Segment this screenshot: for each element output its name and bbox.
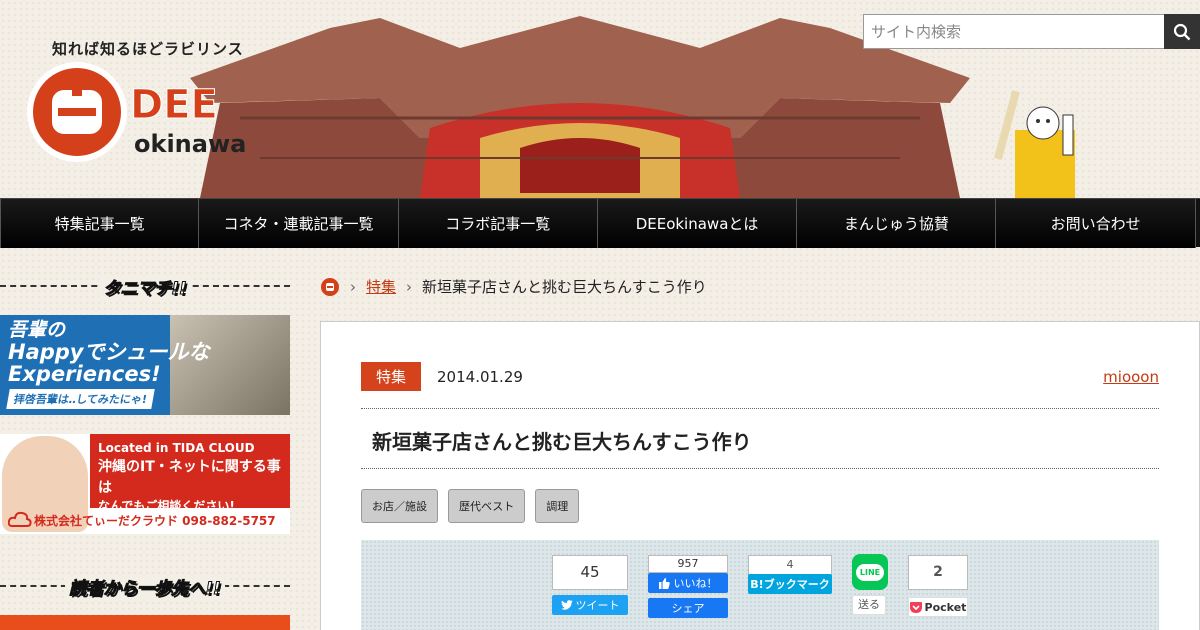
banner-line: Located in TIDA CLOUD [98,441,255,455]
divider [361,468,1159,469]
nav-item-contact[interactable]: お問い合わせ [996,199,1196,248]
search-input[interactable] [863,14,1164,49]
cloud-icon [8,511,32,527]
twitter-bird-icon [560,600,573,610]
facebook-like-button[interactable]: いいね！ [648,573,728,593]
pocket-label: Pocket [924,600,967,614]
breadcrumb: › 特集 › 新垣菓子店さんと挑む巨大ちんすこう作り [320,276,707,297]
mascot-illustration [994,90,1075,198]
category-badge[interactable]: 特集 [361,362,422,391]
tag-list: お店／施設 歴代ベスト 調理 [361,489,580,523]
nav-item-sponsor[interactable]: まんじゅう協賛 [797,199,997,248]
share-bar: 45 ツイート 957 いいね！ シェア 4 B!ブックマーク LINE 送る … [361,540,1159,630]
site-tagline: 知れば知るほどラビリンス [52,40,244,58]
sidebar-heading-readers: 読者から一歩先へ!! [0,568,290,604]
nav-item-features[interactable]: 特集記事一覧 [0,199,200,248]
sidebar-heading-tanimachi: タニマチ!! [0,268,290,304]
pocket-button[interactable]: Pocket [908,597,968,617]
nav-item-about[interactable]: DEEokinawaとは [597,199,798,248]
banner-line: Happyでシュールな [8,339,210,364]
chevron-right-icon: › [350,277,356,296]
breadcrumb-current: 新垣菓子店さんと挑む巨大ちんすこう作り [422,278,707,296]
site-header: 知れば知るほどラビリンス DEE okinawa [0,0,1200,198]
chevron-right-icon: › [406,277,413,296]
tida-cloud-banner[interactable]: Located in TIDA CLOUD 沖縄のIT・ネットに関する事は なん… [0,434,290,534]
tag-cooking[interactable]: 調理 [535,489,580,523]
facebook-like-label: いいね！ [673,577,718,590]
sidebar-heading-text: 読者から一歩先へ!! [65,573,225,599]
facebook-share-button[interactable]: シェア [648,598,728,618]
article-meta: 特集 2014.01.29 miooon [361,362,1159,391]
author-link[interactable]: miooon [1103,368,1159,386]
divider [361,408,1159,409]
hatena-bookmark-button[interactable]: B!ブックマーク [748,574,832,594]
banner-text: 吾輩の Happyでシュールな Experiences! [8,319,210,386]
home-icon[interactable] [320,277,340,297]
tweet-button[interactable]: ツイート [552,595,628,615]
shuri-castle-illustration [190,16,970,198]
nav-item-columns[interactable]: コネタ・連載記事一覧 [199,199,399,248]
banner-line: 吾輩の [8,319,66,341]
global-nav: 特集記事一覧 コネタ・連載記事一覧 コラボ記事一覧 DEEokinawaとは ま… [0,198,1200,248]
banner-line: Experiences! [8,361,161,386]
publish-date: 2014.01.29 [437,367,523,386]
banner-red-panel: Located in TIDA CLOUD 沖縄のIT・ネットに関する事は なん… [90,434,290,513]
banner-line: 沖縄のIT・ネットに関する事は [98,459,281,496]
pocket-count: 2 [908,555,968,590]
breadcrumb-category-link[interactable]: 特集 [366,276,396,297]
pocket-icon [909,601,922,613]
tag-all-time-best[interactable]: 歴代ベスト [448,489,526,523]
line-icon[interactable]: LINE [852,554,888,590]
nav-item-collab[interactable]: コラボ記事一覧 [398,199,598,248]
hatena-count: 4 [748,555,832,575]
company-contact: 株式会社てぃーだクラウド 098-882-5757 [34,514,276,528]
site-search [863,14,1200,49]
facebook-count: 957 [648,555,728,573]
tweet-label: ツイート [575,599,620,612]
sidebar-heading-text: タニマチ!! [99,273,191,299]
cat-blog-banner[interactable]: 吾輩の Happyでシュールな Experiences! 拝啓吾輩は‥してみたに… [0,315,290,415]
thumbs-up-icon [658,577,670,589]
sidebar: タニマチ!! 吾輩の Happyでシュールな Experiences! 拝啓吾輩… [0,268,290,630]
article-title: 新垣菓子店さんと挑む巨大ちんすこう作り [372,430,752,454]
line-icon-text: LINE [855,563,885,581]
sidebar-banner-partial[interactable] [0,615,290,630]
article-card: 特集 2014.01.29 miooon 新垣菓子店さんと挑む巨大ちんすこう作り… [320,321,1200,630]
banner-subtitle: 拝啓吾輩は‥してみたにゃ! [6,389,155,409]
logo-text: DEE [130,82,218,128]
tag-shop[interactable]: お店／施設 [361,489,438,523]
search-icon [1173,23,1191,40]
dee-okinawa-logo[interactable]: DEE okinawa [22,60,262,170]
logo-subtext: okinawa [134,130,246,158]
search-button[interactable] [1164,14,1200,49]
twitter-count: 45 [552,555,628,590]
line-send-button[interactable]: 送る [852,595,886,615]
